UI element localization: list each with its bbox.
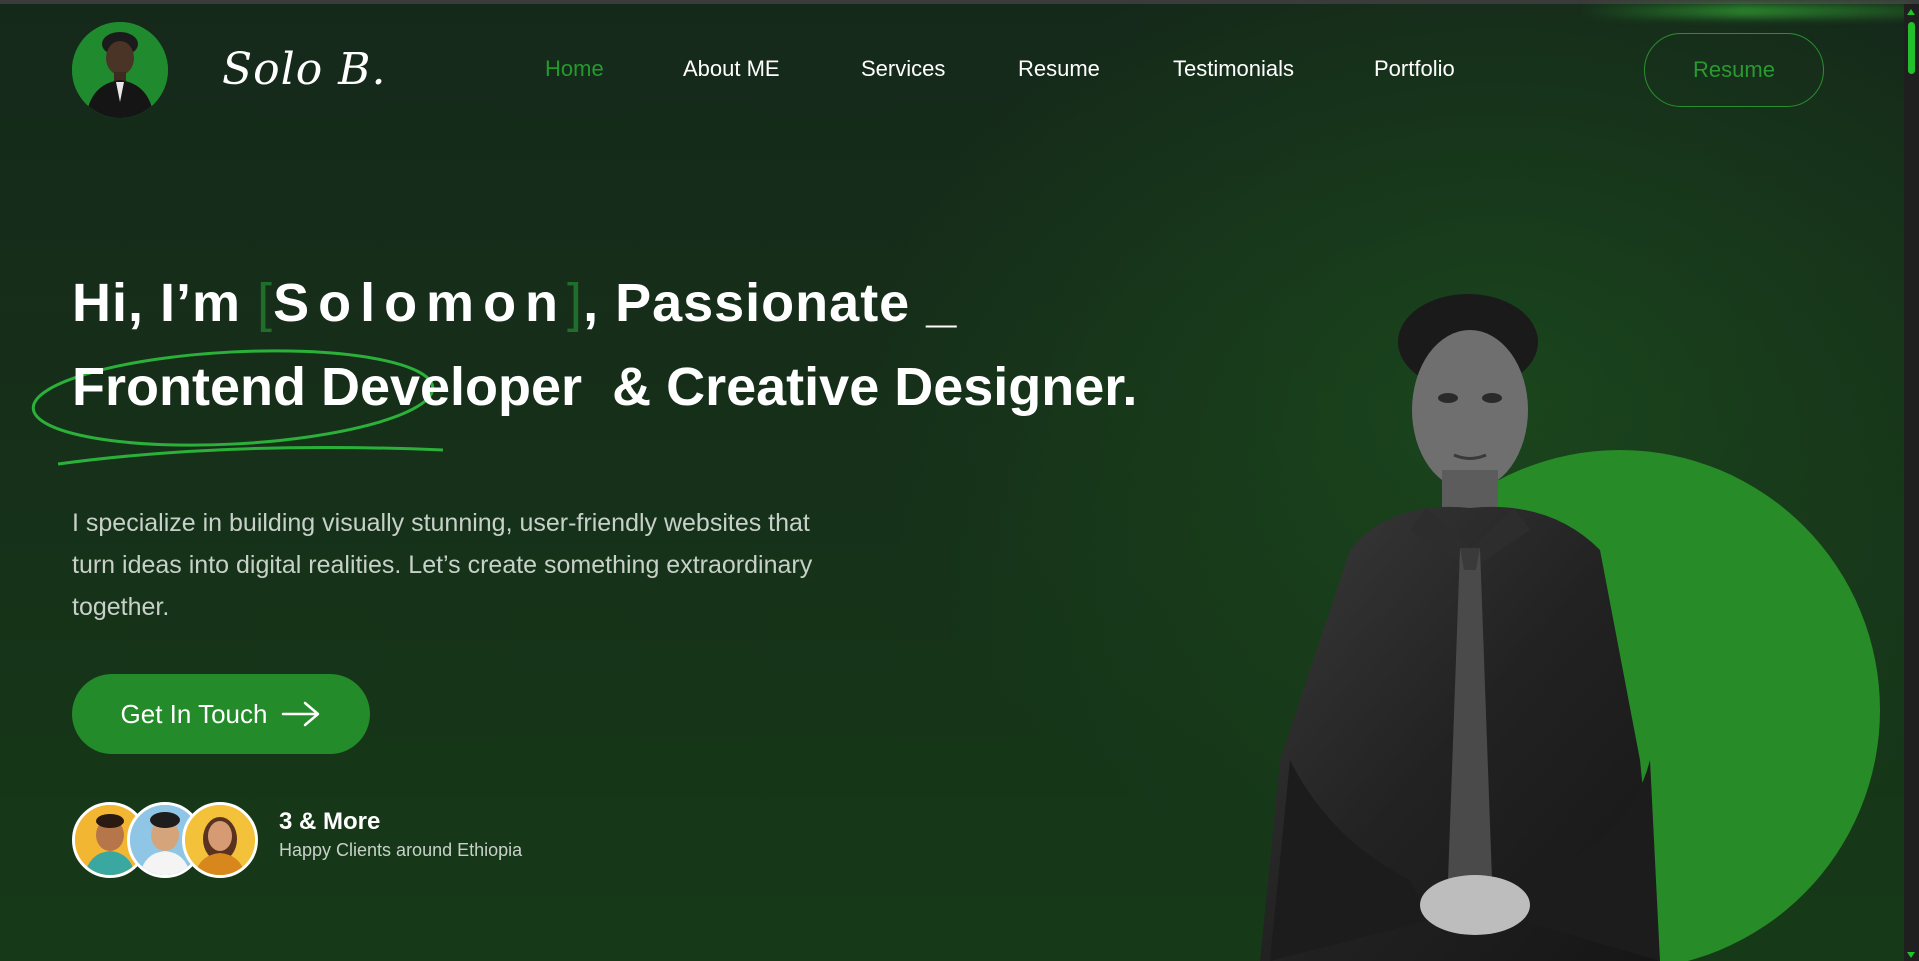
bracket-open: [	[257, 273, 274, 333]
scroll-up-icon[interactable]	[1907, 9, 1915, 15]
page-scrollbar[interactable]	[1904, 4, 1919, 961]
arrow-right-icon	[282, 701, 320, 727]
hero-headline-line2: Frontend Developer & Creative Designer.	[72, 356, 1137, 418]
nav-home[interactable]: Home	[545, 56, 604, 82]
role-rest: & Creative Designer.	[612, 357, 1138, 417]
nav-resume[interactable]: Resume	[1018, 56, 1100, 82]
nav-portfolio[interactable]: Portfolio	[1374, 56, 1455, 82]
happy-clients: 3 & More Happy Clients around Ethiopia	[72, 802, 672, 882]
after-name-text: , Passionate _	[583, 273, 958, 333]
profile-avatar[interactable]	[72, 22, 168, 118]
hero-description: I specialize in building visually stunni…	[72, 509, 813, 621]
scroll-thumb[interactable]	[1908, 22, 1915, 74]
nav-services[interactable]: Services	[861, 56, 945, 82]
profile-photo	[72, 22, 168, 118]
resume-button[interactable]: Resume	[1644, 33, 1824, 107]
top-glow	[1580, 4, 1910, 18]
site-logo[interactable]: Solo B.	[222, 44, 387, 95]
role-highlight: Frontend Developer	[72, 357, 583, 417]
get-in-touch-button[interactable]: Get In Touch	[72, 674, 370, 754]
clients-count: 3 & More	[279, 808, 381, 835]
scroll-down-icon[interactable]	[1907, 952, 1915, 958]
greeting-text: Hi, I’m	[72, 273, 242, 333]
cta-label: Get In Touch	[120, 698, 268, 729]
hero-headline-line1: Hi, I’m [Solomon], Passionate _	[72, 272, 957, 334]
nav-about[interactable]: About ME	[683, 56, 780, 82]
hero-portrait	[1260, 294, 1660, 961]
page: Solo B. Home About ME Services Resume Te…	[0, 0, 1919, 961]
client-avatar	[182, 802, 258, 878]
bracket-close: ]	[567, 273, 584, 333]
hero-name: Solomon	[273, 273, 568, 333]
clients-label: Happy Clients around Ethiopia	[279, 840, 523, 860]
nav-testimonials[interactable]: Testimonials	[1173, 56, 1294, 82]
